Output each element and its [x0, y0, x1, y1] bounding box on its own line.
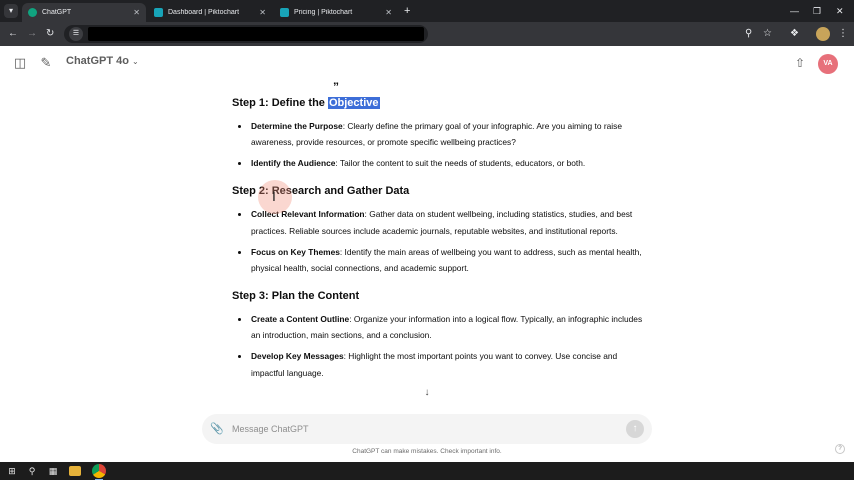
- list-item: Focus on Key Themes: Identify the main a…: [232, 244, 652, 277]
- chat-header: ◫ ✎ ChatGPT 4o ⌄ ⇧ VA: [0, 46, 854, 80]
- taskbar-search-icon[interactable]: ⚲: [25, 464, 39, 478]
- list-item: Develop Key Messages: Highlight the most…: [232, 348, 652, 381]
- close-tab-icon[interactable]: ✕: [133, 8, 140, 17]
- message-composer: 📎 ↑: [202, 414, 652, 444]
- chrome-taskbar-icon[interactable]: [92, 464, 106, 480]
- bullet-list: Collect Relevant Information: Gather dat…: [232, 206, 652, 276]
- restore-window-icon[interactable]: ❐: [813, 4, 821, 18]
- close-window-icon[interactable]: ✕: [836, 4, 844, 18]
- avatar[interactable]: VA: [818, 54, 838, 74]
- model-name: ChatGPT 4o: [66, 55, 129, 67]
- tab-title: Dashboard | Piktochart: [168, 9, 240, 16]
- sidebar-toggle-icon[interactable]: ◫: [12, 55, 28, 71]
- conversation: ” Step 1: Define the Objective Determine…: [0, 80, 854, 406]
- quote-mark: ”: [333, 80, 339, 94]
- step-heading: Step 3: Plan the Content: [232, 289, 360, 302]
- list-item: Collect Relevant Information: Gather dat…: [232, 206, 652, 239]
- os-taskbar: ⊞ ⚲ ▦: [0, 462, 854, 480]
- help-icon[interactable]: ?: [835, 444, 845, 454]
- file-explorer-icon[interactable]: [69, 466, 81, 476]
- address-bar[interactable]: ☰: [64, 25, 428, 43]
- selected-text: Objective: [327, 97, 380, 109]
- list-item: Identify the Audience: Tailor the conten…: [232, 155, 652, 171]
- bullet-list: Create a Content Outline: Organize your …: [232, 311, 652, 381]
- browser-profile-icon[interactable]: [816, 27, 830, 41]
- reload-icon[interactable]: ↻: [46, 27, 54, 41]
- back-icon[interactable]: ←: [8, 27, 18, 41]
- scroll-down-arrow-icon[interactable]: ↓: [420, 386, 434, 400]
- text-cursor-icon: I: [272, 188, 276, 204]
- disclaimer: ChatGPT can make mistakes. Check importa…: [352, 448, 502, 455]
- chevron-down-icon: ⌄: [131, 57, 139, 66]
- windows-start-icon[interactable]: ⊞: [5, 464, 19, 478]
- piktochart-favicon-icon: [280, 8, 289, 17]
- close-tab-icon[interactable]: ✕: [259, 8, 266, 17]
- bullet-term: Develop Key Messages: [251, 351, 344, 362]
- piktochart-favicon-icon: [154, 8, 163, 17]
- list-item: Determine the Purpose: Clearly define th…: [232, 118, 652, 151]
- step-heading-text: Step 1: Define the: [232, 97, 328, 109]
- step-heading: Step 1: Define the Objective: [232, 96, 652, 110]
- bullet-term: Determine the Purpose: [251, 121, 343, 131]
- browser-tab-strip: ▾ ChatGPT ✕ Dashboard | Piktochart ✕ Pri…: [0, 0, 854, 22]
- browser-menu-icon[interactable]: ⋮: [838, 27, 848, 41]
- chatgpt-favicon-icon: [28, 8, 37, 17]
- tab-title: ChatGPT: [42, 9, 72, 16]
- bullet-term: Create a Content Outline: [251, 313, 350, 324]
- send-button[interactable]: ↑: [626, 420, 644, 438]
- tab-chatgpt[interactable]: ChatGPT ✕: [22, 3, 146, 22]
- share-icon[interactable]: ⇧: [792, 55, 808, 71]
- bullet-term: Focus on Key Themes: [251, 246, 340, 257]
- task-view-icon[interactable]: ▦: [46, 464, 60, 478]
- tab-pricing-piktochart[interactable]: Pricing | Piktochart ✕: [274, 3, 398, 22]
- tab-title: Pricing | Piktochart: [294, 9, 353, 16]
- model-selector[interactable]: ChatGPT 4o ⌄: [66, 55, 139, 67]
- list-item: Create a Content Outline: Organize your …: [232, 311, 652, 344]
- assistant-message: Step 1: Define the Objective Determine t…: [232, 96, 652, 385]
- minimize-window-icon[interactable]: —: [790, 4, 799, 18]
- site-info-icon[interactable]: ☰: [69, 27, 83, 41]
- zoom-icon[interactable]: ⚲: [745, 27, 752, 41]
- bookmark-star-icon[interactable]: ☆: [763, 27, 772, 41]
- extensions-icon[interactable]: ❖: [790, 27, 799, 41]
- new-tab-icon[interactable]: +: [404, 4, 410, 18]
- bullet-list: Determine the Purpose: Clearly define th…: [232, 118, 652, 172]
- redacted-url: [88, 27, 424, 41]
- new-chat-icon[interactable]: ✎: [38, 55, 54, 71]
- message-input[interactable]: [232, 420, 612, 438]
- tab-dashboard-piktochart[interactable]: Dashboard | Piktochart ✕: [148, 3, 272, 22]
- tab-search-icon[interactable]: ▾: [4, 4, 18, 18]
- bullet-text: : Tailor the content to suit the needs o…: [335, 158, 586, 169]
- browser-toolbar: ← → ↻ ☰ ⚲ ☆ ❖ ⋮: [0, 22, 854, 46]
- close-tab-icon[interactable]: ✕: [385, 8, 392, 17]
- bullet-term: Identify the Audience: [251, 158, 336, 169]
- step-heading: Step 2: Research and Gather Data: [232, 185, 410, 198]
- paperclip-icon[interactable]: 📎: [210, 421, 224, 437]
- forward-icon[interactable]: →: [27, 27, 37, 41]
